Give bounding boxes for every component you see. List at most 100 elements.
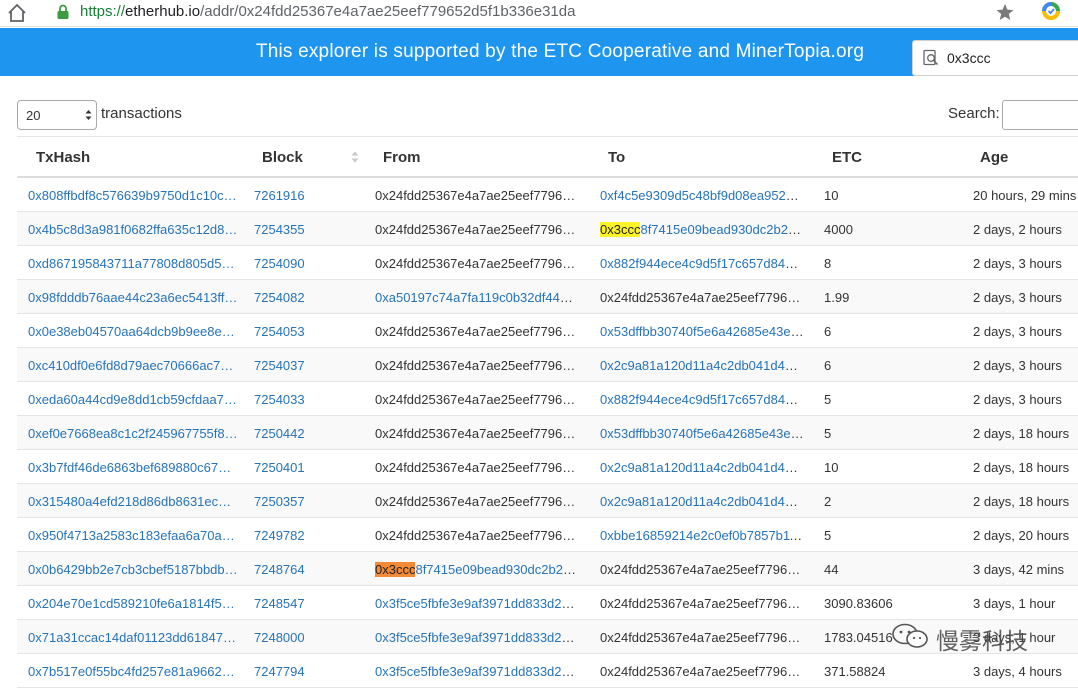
- from-address: 0x24fdd25367e4a7ae25eef779652…: [375, 426, 580, 441]
- block-link[interactable]: 7249782: [254, 528, 324, 543]
- header-from[interactable]: From: [383, 149, 421, 166]
- tx-age: 2 days, 3 hours: [973, 256, 1062, 271]
- to-address-rest: 8f7415e09bead930dc2b236…: [640, 222, 805, 237]
- url-path: /addr/0x24fdd25367e4a7ae25eef779652d5f1b…: [200, 3, 576, 20]
- block-link[interactable]: 7250442: [254, 426, 324, 441]
- to-address: 0x24fdd25367e4a7ae25eef779652…: [600, 290, 805, 305]
- extension-icon[interactable]: [1040, 0, 1062, 22]
- from-address: 0x24fdd25367e4a7ae25eef779652…: [375, 358, 580, 373]
- table-row: 0x4b5c8d3a981f0682ffa635c12d8a… 7254355 0x…: [17, 212, 1078, 246]
- txhash-link[interactable]: 0x0b6429bb2e7cb3cbef5187bbdb4…: [28, 562, 238, 577]
- to-address-text: 0x24fdd25367e4a7ae25eef779652…: [600, 664, 805, 679]
- etc-amount: 6: [824, 358, 832, 373]
- txhash-link[interactable]: 0x4b5c8d3a981f0682ffa635c12d8a…: [28, 222, 238, 237]
- from-address[interactable]: 0xa50197c74a7fa119c0b32df445cd…: [375, 290, 580, 305]
- block-link[interactable]: 7250357: [254, 494, 324, 509]
- to-address[interactable]: 0x2c9a81a120d11a4c2db041d4ec3…: [600, 358, 805, 373]
- header-etc[interactable]: ETC: [832, 149, 862, 166]
- table-search-input[interactable]: [1002, 100, 1078, 130]
- url-field[interactable]: https://etherhub.io/addr/0x24fdd25367e4a…: [80, 3, 575, 20]
- header-txhash[interactable]: TxHash: [36, 149, 90, 166]
- txhash-link[interactable]: 0x98fdddb76aae44c23a6ec5413ff0…: [28, 290, 238, 305]
- from-address-text: 0x3f5ce5fbfe3e9af3971dd833d26b…: [375, 664, 580, 679]
- table-row: 0x3b7fdf46de6863bef689880c67dd… 7250401 0x…: [17, 450, 1078, 484]
- page-length-select[interactable]: 20: [17, 100, 97, 130]
- header-to[interactable]: To: [608, 149, 625, 166]
- table-row: 0xc410df0e6fd8d79aec70666ac7e1… 7254037 0x…: [17, 348, 1078, 382]
- to-address[interactable]: 0xbbe16859214e2c0ef0b7857b11f…: [600, 528, 805, 543]
- to-address[interactable]: 0x53dffbb30740f5e6a42685e43e8f…: [600, 324, 805, 339]
- from-address[interactable]: 0x3ccc8f7415e09bead930dc2b236…: [375, 562, 580, 577]
- block-link[interactable]: 7261916: [254, 188, 324, 203]
- table-row: 0x98fdddb76aae44c23a6ec5413ff0… 7254082 0x…: [17, 280, 1078, 314]
- tx-age: 2 days, 3 hours: [973, 324, 1062, 339]
- from-address-text: 0x24fdd25367e4a7ae25eef779652…: [375, 426, 580, 441]
- block-link[interactable]: 7248764: [254, 562, 324, 577]
- home-icon[interactable]: [6, 2, 28, 24]
- table-body: 0x808ffbdf8c576639b9750d1c10c8… 7261916 0x…: [17, 178, 1078, 688]
- to-address: 0x24fdd25367e4a7ae25eef779652…: [600, 664, 805, 679]
- from-address: 0x24fdd25367e4a7ae25eef779652…: [375, 324, 580, 339]
- to-address[interactable]: 0x3ccc8f7415e09bead930dc2b236…: [600, 222, 805, 237]
- address-search-input[interactable]: 0x3ccc: [912, 40, 1078, 76]
- txhash-link[interactable]: 0xef0e7668ea8c1c2f245967755f81…: [28, 426, 238, 441]
- block-link[interactable]: 7254037: [254, 358, 324, 373]
- block-link[interactable]: 7248547: [254, 596, 324, 611]
- block-link[interactable]: 7250401: [254, 460, 324, 475]
- from-address[interactable]: 0x3f5ce5fbfe3e9af3971dd833d26b…: [375, 664, 580, 679]
- from-address-text: 0x24fdd25367e4a7ae25eef779652…: [375, 392, 580, 407]
- transactions-table: TxHash Block From To ETC Age 0x808ffbdf8…: [17, 136, 1078, 688]
- block-link[interactable]: 7254082: [254, 290, 324, 305]
- block-link[interactable]: 7248000: [254, 630, 324, 645]
- to-address: 0x24fdd25367e4a7ae25eef779652…: [600, 630, 805, 645]
- block-link[interactable]: 7254355: [254, 222, 324, 237]
- etc-amount: 371.58824: [824, 664, 886, 679]
- tx-age: 2 days, 18 hours: [973, 426, 1070, 441]
- txhash-link[interactable]: 0x808ffbdf8c576639b9750d1c10c8…: [28, 188, 238, 203]
- from-address-text: 0x24fdd25367e4a7ae25eef779652…: [375, 256, 580, 271]
- to-address[interactable]: 0xf4c5e9309d5c48bf9d08ea9525b…: [600, 188, 805, 203]
- header-block[interactable]: Block: [262, 149, 303, 166]
- to-address-text: 0x24fdd25367e4a7ae25eef779652…: [600, 290, 805, 305]
- from-address[interactable]: 0x3f5ce5fbfe3e9af3971dd833d26b…: [375, 596, 580, 611]
- txhash-link[interactable]: 0x950f4713a2583c183efaa6a70a1d…: [28, 528, 238, 543]
- from-address[interactable]: 0x3f5ce5fbfe3e9af3971dd833d26b…: [375, 630, 580, 645]
- block-link[interactable]: 7254053: [254, 324, 324, 339]
- from-address-rest: 8f7415e09bead930dc2b236…: [415, 562, 580, 577]
- txhash-link[interactable]: 0xd867195843711a77808d805d5b…: [28, 256, 238, 271]
- block-link[interactable]: 7254033: [254, 392, 324, 407]
- to-address-text: 0x53dffbb30740f5e6a42685e43e8f…: [600, 426, 805, 441]
- block-link[interactable]: 7247794: [254, 664, 324, 679]
- to-address-text: 0x24fdd25367e4a7ae25eef779652…: [600, 596, 805, 611]
- to-address[interactable]: 0x2c9a81a120d11a4c2db041d4ec3…: [600, 494, 805, 509]
- header-age[interactable]: Age: [980, 149, 1008, 166]
- table-row: 0x204e70e1cd589210fe6a1814f50e… 7248547 0x…: [17, 586, 1078, 620]
- tx-age: 2 days, 18 hours: [973, 494, 1070, 509]
- star-icon[interactable]: [995, 2, 1015, 22]
- tx-age: 3 days, 4 hours: [973, 664, 1062, 679]
- browser-address-bar: https://etherhub.io/addr/0x24fdd25367e4a…: [0, 0, 1078, 27]
- etc-amount: 5: [824, 426, 832, 441]
- txhash-link[interactable]: 0x71a31ccac14daf01123dd61847c0…: [28, 630, 238, 645]
- tx-age: 2 days, 3 hours: [973, 392, 1062, 407]
- txhash-link[interactable]: 0x315480a4efd218d86db8631ec42…: [28, 494, 238, 509]
- etc-amount: 2: [824, 494, 832, 509]
- txhash-link[interactable]: 0xc410df0e6fd8d79aec70666ac7e1…: [28, 358, 238, 373]
- table-row: 0x7b517e0f55bc4fd257e81a9662cb… 7247794 0x…: [17, 654, 1078, 688]
- block-link[interactable]: 7254090: [254, 256, 324, 271]
- sort-icon[interactable]: [351, 149, 359, 165]
- to-address-text: 0x882f944ece4c9d5f17c657d8448c…: [600, 392, 805, 407]
- to-address[interactable]: 0x2c9a81a120d11a4c2db041d4ec3…: [600, 460, 805, 475]
- to-address[interactable]: 0x882f944ece4c9d5f17c657d8448c…: [600, 392, 805, 407]
- from-address-text: 0x24fdd25367e4a7ae25eef779652…: [375, 528, 580, 543]
- txhash-link[interactable]: 0x204e70e1cd589210fe6a1814f50e…: [28, 596, 238, 611]
- txhash-link[interactable]: 0xeda60a44cd9e8dd1cb59cfdaa7c9…: [28, 392, 238, 407]
- table-row: 0x808ffbdf8c576639b9750d1c10c8… 7261916 0x…: [17, 178, 1078, 212]
- highlight-match: 0x3ccc: [600, 222, 641, 237]
- txhash-link[interactable]: 0x0e38eb04570aa64dcb9b9ee8e94…: [28, 324, 238, 339]
- to-address[interactable]: 0x882f944ece4c9d5f17c657d8448c…: [600, 256, 805, 271]
- from-address: 0x24fdd25367e4a7ae25eef779652…: [375, 460, 580, 475]
- txhash-link[interactable]: 0x3b7fdf46de6863bef689880c67dd…: [28, 460, 238, 475]
- to-address[interactable]: 0x53dffbb30740f5e6a42685e43e8f…: [600, 426, 805, 441]
- txhash-link[interactable]: 0x7b517e0f55bc4fd257e81a9662cb…: [28, 664, 238, 679]
